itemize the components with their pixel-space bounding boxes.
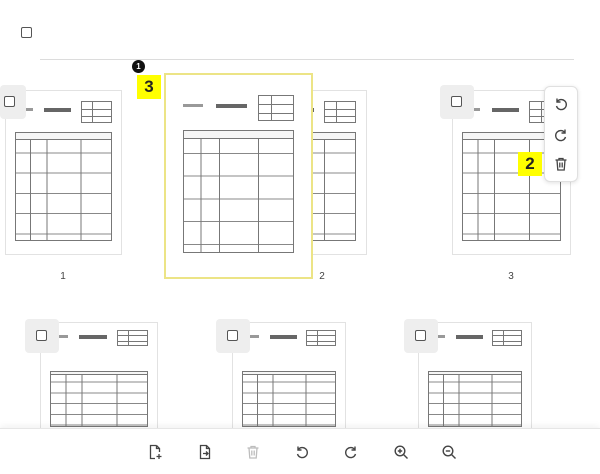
rotate-right-icon	[555, 129, 567, 142]
zoom-out-icon	[442, 445, 456, 459]
rotate-left-icon	[555, 98, 567, 111]
page-checkbox-1[interactable]	[0, 85, 26, 119]
rotate-right-all-button[interactable]	[342, 443, 360, 461]
zoom-in-icon	[394, 445, 408, 459]
page-checkbox-4[interactable]	[25, 319, 59, 353]
divider	[40, 59, 574, 60]
zoom-out-button[interactable]	[440, 443, 458, 461]
rotate-right-button[interactable]	[545, 120, 577, 150]
page-checkbox-5[interactable]	[216, 319, 250, 353]
bottom-toolbar	[0, 428, 600, 474]
delete-selected-button[interactable]	[244, 443, 262, 461]
export-page-button[interactable]	[196, 443, 214, 461]
rotate-left-all-button[interactable]	[293, 443, 311, 461]
page-checkbox-6[interactable]	[404, 319, 438, 353]
zoom-in-button[interactable]	[392, 443, 410, 461]
export-page-icon	[199, 444, 211, 460]
callout-label: 3	[137, 75, 161, 99]
page-organizer: 1 2 1 3 3 2	[0, 0, 600, 474]
insert-page-icon	[149, 444, 162, 460]
insert-page-button[interactable]	[146, 443, 164, 461]
page-number-label: 3	[508, 271, 514, 282]
select-all-checkbox[interactable]	[21, 27, 32, 38]
callout-label: 2	[518, 152, 542, 176]
page-number-label: 2	[319, 271, 325, 282]
trash-icon	[555, 157, 567, 171]
rotate-right-icon	[345, 446, 357, 459]
rotate-left-button[interactable]	[545, 89, 577, 119]
rotate-left-icon	[296, 446, 308, 459]
page-number-label: 1	[60, 271, 66, 282]
trash-icon	[247, 445, 259, 459]
selected-page-drag[interactable]	[164, 73, 313, 279]
page-checkbox-3[interactable]	[440, 85, 474, 119]
page-actions-toolbar	[544, 86, 578, 182]
delete-page-button[interactable]	[545, 149, 577, 179]
step-badge: 1	[132, 60, 145, 73]
